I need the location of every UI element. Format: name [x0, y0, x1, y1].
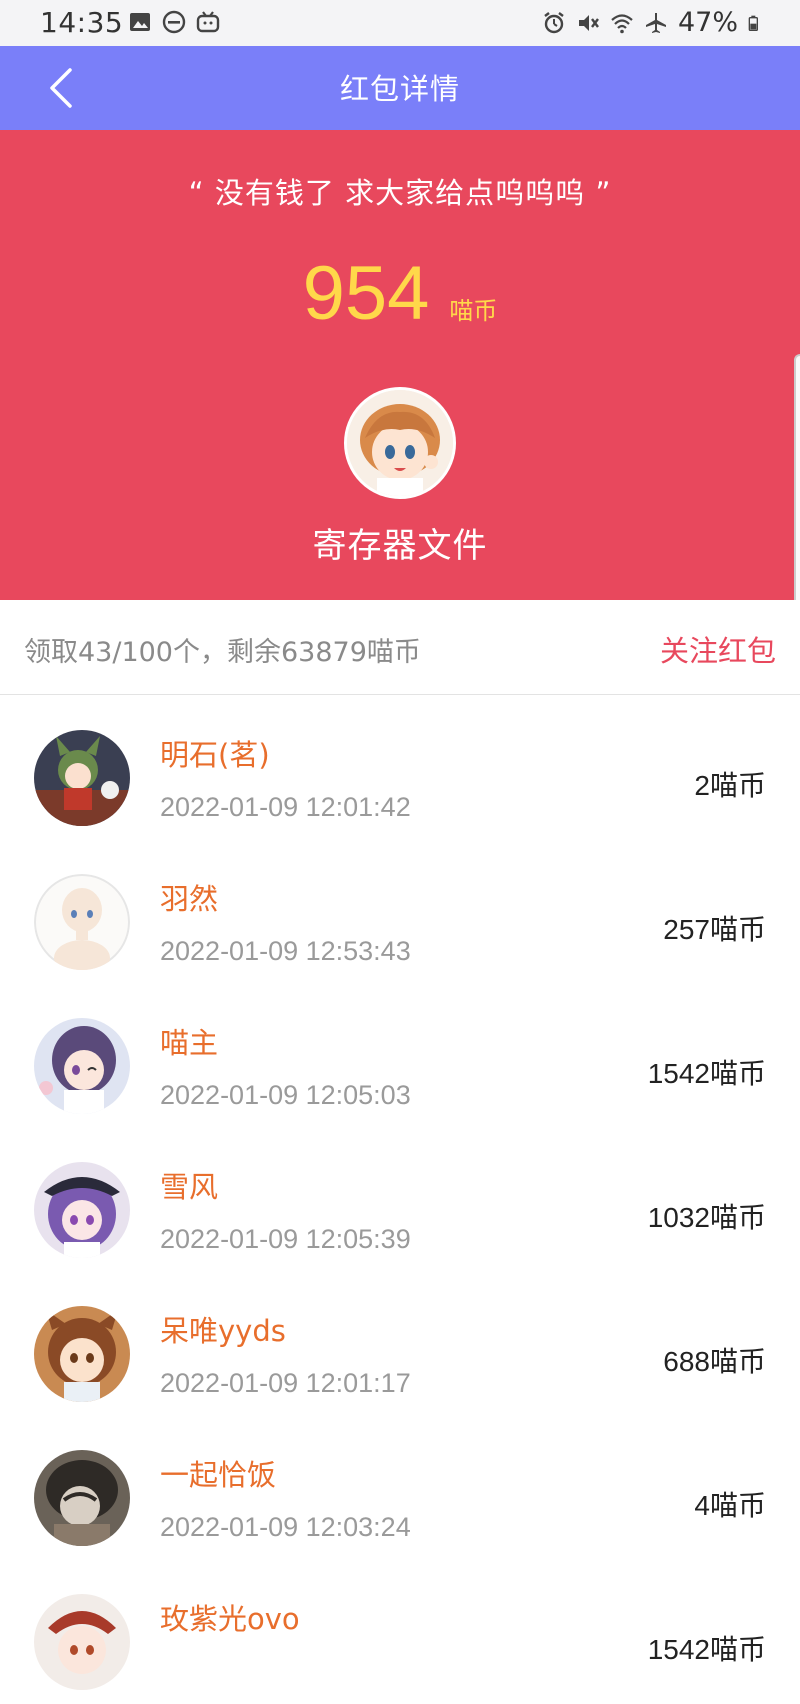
header-bar: 红包详情 — [0, 46, 800, 130]
claim-amount: 2喵币 — [694, 770, 766, 801]
mute-icon — [578, 14, 599, 31]
avatar-image — [34, 1306, 130, 1402]
claim-time: 2022-01-09 12:03:24 — [160, 1512, 411, 1542]
image-icon — [130, 13, 150, 31]
status-bar: 14:35 47% — [0, 0, 800, 46]
claimer-name[interactable]: 呆唯yyds — [160, 1308, 286, 1350]
list-item[interactable]: 一起恰饭 2022-01-09 12:03:24 4喵币 — [0, 1416, 800, 1560]
avatar-image — [34, 1162, 130, 1258]
avatar[interactable] — [34, 1162, 130, 1258]
avatar[interactable] — [34, 1594, 130, 1690]
claim-amount: 1542喵币 — [647, 1058, 766, 1089]
claim-time: 2022-01-09 12:05:39 — [160, 1224, 411, 1254]
list-item[interactable]: 喵主 2022-01-09 12:05:03 1542喵币 — [0, 984, 800, 1128]
packet-amount-row: 954 喵币 — [0, 250, 800, 337]
avatar-image — [34, 730, 130, 826]
packet-message: “ 没有钱了 求大家给点呜呜呜 ” — [188, 176, 612, 210]
list-item[interactable]: 呆唯yyds 2022-01-09 12:01:17 688喵币 — [0, 1272, 800, 1416]
avatar-image — [34, 1594, 130, 1690]
dnd-icon — [162, 10, 186, 34]
red-packet-hero: “ 没有钱了 求大家给点呜呜呜 ” 954 喵币 寄存器文件 — [0, 130, 800, 600]
sender-avatar-image — [347, 390, 453, 496]
claimer-name[interactable]: 喵主 — [160, 1020, 218, 1062]
claim-time: 2022-01-09 12:01:42 — [160, 792, 411, 822]
page-title: 红包详情 — [339, 72, 460, 106]
sender-avatar[interactable] — [344, 387, 456, 499]
claim-amount: 688喵币 — [663, 1346, 766, 1377]
list-item[interactable]: 羽然 2022-01-09 12:53:43 257喵币 — [0, 840, 800, 984]
avatar[interactable] — [34, 1306, 130, 1402]
avatar[interactable] — [34, 874, 130, 970]
wifi-icon — [611, 13, 633, 33]
status-left-icons — [128, 10, 220, 34]
packet-amount-unit: 喵币 — [449, 297, 498, 325]
avatar[interactable] — [34, 730, 130, 826]
claim-time: 2022-01-09 12:53:43 — [160, 936, 411, 966]
claimer-name[interactable]: 明石(茗) — [160, 732, 270, 774]
packet-amount: 954 — [302, 251, 430, 336]
claim-summary: 领取43/100个，剩余63879喵币 — [24, 637, 421, 668]
list-item[interactable]: 雪风 2022-01-09 12:05:39 1032喵币 — [0, 1128, 800, 1272]
avatar-image — [34, 874, 130, 970]
battery-level: 47% — [677, 7, 738, 38]
claimer-name[interactable]: 雪风 — [160, 1164, 218, 1206]
tv-icon — [196, 11, 220, 33]
claim-time: 2022-01-09 12:05:03 — [160, 1080, 411, 1110]
status-time: 14:35 — [40, 6, 124, 39]
claimer-name[interactable]: 羽然 — [160, 876, 218, 918]
avatar[interactable] — [34, 1450, 130, 1546]
claim-time: 2022-01-09 12:01:17 — [160, 1368, 411, 1398]
claimer-name[interactable]: 一起恰饭 — [160, 1452, 276, 1494]
claim-amount: 4喵币 — [694, 1490, 766, 1521]
airplane-icon — [645, 12, 666, 33]
claim-amount: 1032喵币 — [647, 1202, 766, 1233]
follow-packet-button[interactable]: 关注红包 — [660, 628, 776, 670]
claimer-name[interactable]: 玫紫光ovo — [160, 1596, 300, 1638]
avatar-image — [34, 1450, 130, 1546]
status-right-icons: 47% — [542, 7, 764, 38]
battery-icon — [748, 15, 758, 31]
alarm-icon — [544, 11, 564, 33]
list-item[interactable]: 玫紫光ovo 1542喵币 — [0, 1560, 800, 1704]
list-item[interactable]: 明石(茗) 2022-01-09 12:01:42 2喵币 — [0, 696, 800, 840]
claim-amount: 257喵币 — [663, 914, 766, 945]
claim-amount: 1542喵币 — [647, 1634, 766, 1665]
sender-name: 寄存器文件 — [312, 526, 488, 566]
claim-summary-row: 领取43/100个，剩余63879喵币 关注红包 — [0, 600, 800, 695]
avatar[interactable] — [34, 1018, 130, 1114]
avatar-image — [34, 1018, 130, 1114]
